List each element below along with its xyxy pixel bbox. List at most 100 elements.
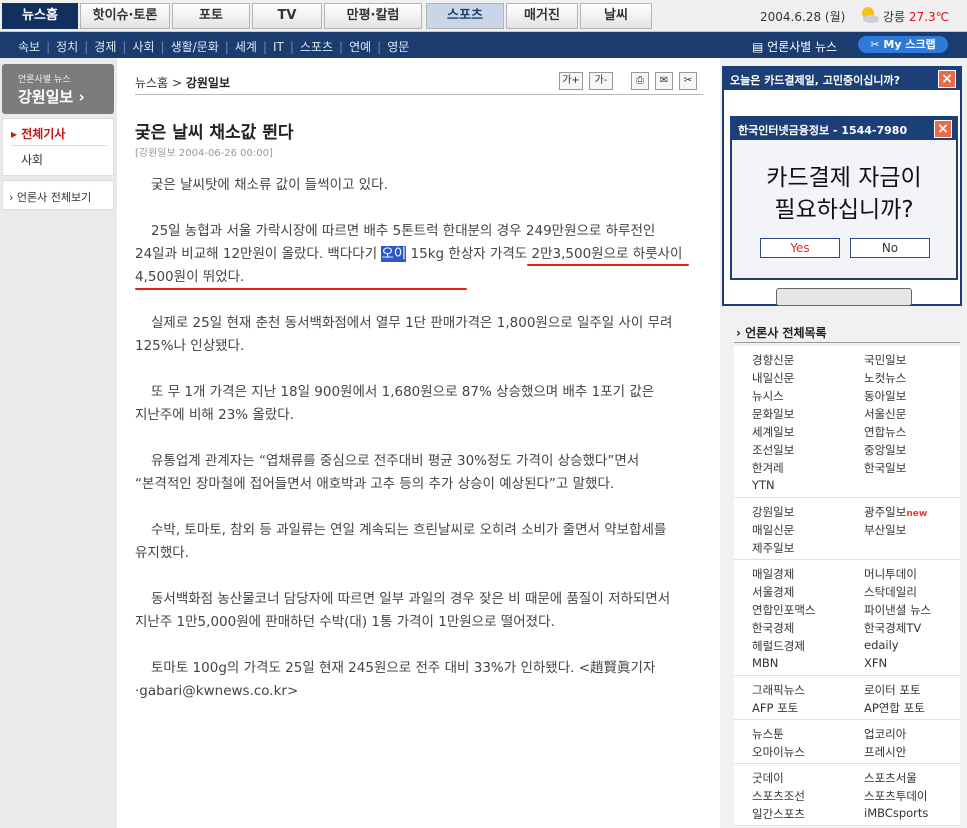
font-increase-button[interactable]: 가+: [559, 72, 583, 90]
press-group: 경향신문 국민일보내일신문 노컷뉴스뉴시스 동아일보문화일보 서울신문세계일보 연합뉴스조…: [734, 346, 960, 498]
press-link[interactable]: 내일신문: [752, 370, 794, 386]
popup-title: 한국인터넷금융정보 - 1544-7980: [732, 118, 956, 140]
press-link[interactable]: 한국경제: [752, 620, 794, 636]
press-link[interactable]: AP연합 포토: [864, 700, 925, 716]
press-link[interactable]: YTN: [752, 478, 775, 492]
press-link[interactable]: 조선일보: [752, 442, 794, 458]
section-sports[interactable]: 스포츠: [300, 40, 333, 54]
paragraph: 궂은 날씨탓에 채소류 값이 들썩이고 있다.: [151, 177, 388, 193]
no-button[interactable]: No: [850, 238, 930, 258]
section-it[interactable]: IT: [273, 40, 284, 54]
section-links: 속보 | 정치 | 경제 | 사회 | 생활/문화 | 세계 | IT | 스포츠 | 연예 | 영문: [18, 40, 410, 54]
press-link[interactable]: 부산일보: [864, 522, 906, 538]
press-link[interactable]: 뉴스툰: [752, 726, 784, 742]
press-link[interactable]: XFN: [864, 656, 887, 670]
press-link[interactable]: iMBCsports: [864, 806, 928, 820]
yes-button[interactable]: Yes: [760, 238, 840, 258]
close-icon[interactable]: ×: [938, 70, 956, 88]
article-area: 뉴스홈 > 강원일보 가+ 가- ⎙ ✉ ✂ 궂은 날씨 채소값 뛴다 [강원일…: [117, 58, 720, 828]
press-link[interactable]: 굿데이: [752, 770, 784, 786]
press-link[interactable]: 제주일보: [752, 540, 794, 556]
press-link[interactable]: 헤럴드경제: [752, 638, 805, 654]
section-english[interactable]: 영문: [387, 40, 409, 54]
press-link[interactable]: 강원일보: [752, 504, 794, 520]
press-link[interactable]: 스포츠조선: [752, 788, 805, 804]
press-group: 그래픽뉴스 로이터 포토 AFP 포토 AP연합 포토: [734, 676, 960, 720]
tab-hot-issue[interactable]: 핫이슈·토론: [80, 3, 170, 29]
press-link[interactable]: 연합뉴스: [864, 424, 906, 440]
press-link[interactable]: 일간스포츠: [752, 806, 805, 822]
tab-magazine[interactable]: 매거진: [506, 3, 578, 29]
press-link[interactable]: 연합인포맥스: [752, 602, 815, 618]
news-by-press-link[interactable]: ▤ 언론사별 뉴스: [752, 38, 837, 55]
press-link[interactable]: 한국일보: [864, 460, 906, 476]
press-link[interactable]: 매일신문: [752, 522, 794, 538]
ad-button-behind[interactable]: [776, 288, 912, 306]
section-breaking[interactable]: 속보: [18, 40, 40, 54]
tab-sports[interactable]: 스포츠: [426, 3, 504, 29]
section-world[interactable]: 세계: [235, 40, 257, 54]
press-list-heading: › 언론사 전체목록: [736, 326, 827, 340]
tab-photo[interactable]: 포토: [172, 3, 250, 29]
weather-info[interactable]: 강릉 27.3℃: [883, 8, 949, 25]
scissors-icon[interactable]: ✂: [679, 72, 697, 90]
press-link[interactable]: 매일경제: [752, 566, 794, 582]
breadcrumb-press[interactable]: 강원일보: [186, 76, 230, 90]
font-decrease-button[interactable]: 가-: [589, 72, 613, 90]
red-underline-mark: [527, 264, 689, 266]
tab-news-home[interactable]: 뉴스홈: [2, 3, 78, 29]
press-link[interactable]: 노컷뉴스: [864, 370, 906, 386]
press-link[interactable]: 스탁데일리: [864, 584, 917, 600]
tab-tv[interactable]: TV: [252, 3, 322, 29]
press-link[interactable]: 로이터 포토: [864, 682, 921, 698]
press-link[interactable]: 프레시안: [864, 744, 906, 760]
press-link[interactable]: 서울경제: [752, 584, 794, 600]
press-link[interactable]: 머니투데이: [864, 566, 917, 582]
press-link[interactable]: 광주일보new: [864, 504, 927, 520]
press-link[interactable]: edaily: [864, 638, 899, 652]
breadcrumb-home[interactable]: 뉴스홈: [135, 76, 168, 90]
section-life-culture[interactable]: 생활/문화: [171, 40, 219, 54]
paragraph: 토마토 100g의 가격도 25일 현재 245원으로 전주 대비 33%가 인…: [135, 660, 656, 699]
section-politics[interactable]: 정치: [56, 40, 78, 54]
press-header[interactable]: 언론사별 뉴스 강원일보 ›: [2, 64, 114, 114]
sidebar-item-all-articles[interactable]: ▸ 전체기사: [11, 125, 65, 142]
right-sidebar: 오늘은 카드결제일, 고민중이십니까? × 한국인터넷금융정보 - 1544-7…: [720, 58, 967, 828]
press-link[interactable]: 한국경제TV: [864, 620, 921, 636]
press-link[interactable]: 문화일보: [752, 406, 794, 422]
sidebar-item-society[interactable]: 사회: [21, 151, 43, 168]
section-society[interactable]: 사회: [132, 40, 154, 54]
press-link[interactable]: 스포츠투데이: [864, 788, 927, 804]
tab-cartoon-column[interactable]: 만평·칼럼: [324, 3, 422, 29]
press-link[interactable]: 세계일보: [752, 424, 794, 440]
print-icon[interactable]: ⎙: [631, 72, 649, 90]
press-link[interactable]: AFP 포토: [752, 700, 798, 716]
tab-weather[interactable]: 날씨: [580, 3, 652, 29]
article-title: 궂은 날씨 채소값 뛴다: [135, 123, 294, 143]
scissors-icon: ✂: [870, 38, 880, 51]
red-underline-mark: [135, 288, 467, 290]
ad-banner[interactable]: 오늘은 카드결제일, 고민중이십니까? × 한국인터넷금융정보 - 1544-7…: [722, 66, 962, 306]
press-link[interactable]: 업코리아: [864, 726, 906, 742]
press-link[interactable]: 뉴시스: [752, 388, 784, 404]
press-link[interactable]: 국민일보: [864, 352, 906, 368]
section-entertainment[interactable]: 연예: [349, 40, 371, 54]
press-link[interactable]: 파이낸셜 뉴스: [864, 602, 931, 618]
my-scrap-button[interactable]: ✂ My 스크랩: [858, 36, 948, 53]
close-icon[interactable]: ×: [934, 120, 952, 138]
press-link[interactable]: 서울신문: [864, 406, 906, 422]
press-link[interactable]: 그래픽뉴스: [752, 682, 805, 698]
press-link[interactable]: MBN: [752, 656, 778, 670]
press-link[interactable]: 동아일보: [864, 388, 906, 404]
press-link[interactable]: 중앙일보: [864, 442, 906, 458]
press-link[interactable]: 한겨레: [752, 460, 784, 476]
selected-text[interactable]: 오이: [381, 246, 407, 262]
press-link[interactable]: 경향신문: [752, 352, 794, 368]
section-economy[interactable]: 경제: [94, 40, 116, 54]
email-icon[interactable]: ✉: [655, 72, 673, 90]
press-link[interactable]: 오마이뉴스: [752, 744, 805, 760]
all-press-link[interactable]: › 언론사 전체보기: [2, 180, 114, 210]
press-menu: ▸ 전체기사 사회: [2, 118, 114, 176]
left-sidebar: 언론사별 뉴스 강원일보 › ▸ 전체기사 사회 › 언론사 전체보기: [0, 58, 117, 828]
press-link[interactable]: 스포츠서울: [864, 770, 917, 786]
